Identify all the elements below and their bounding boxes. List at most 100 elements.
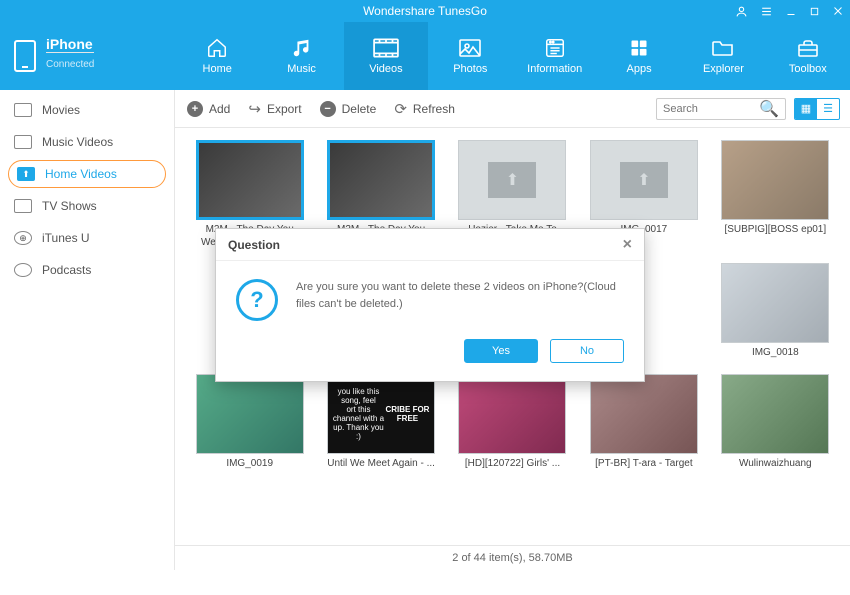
toolbox-icon [794,37,822,59]
video-title: [SUBPIG][BOSS ep01] [720,224,830,237]
video-thumb[interactable] [590,374,698,454]
delete-button[interactable]: −Delete [320,101,377,117]
video-thumb[interactable] [721,374,829,454]
apps-icon [625,37,653,59]
dialog-titlebar: Question × [216,229,644,261]
tab-music[interactable]: Music [259,22,343,90]
itunes-u-icon: ⊕ [14,231,32,245]
sidebar-item-home-videos[interactable]: ⬆ Home Videos [8,160,166,188]
export-button[interactable]: ↪Export [248,100,301,118]
sidebar-label: iTunes U [42,231,90,245]
tab-photos[interactable]: Photos [428,22,512,90]
sidebar-label: Movies [42,103,80,117]
video-thumb[interactable]: you like this song, feelort this channel… [327,374,435,454]
device-status: Connected [46,52,94,77]
tab-label: Home [203,63,232,75]
tab-label: Videos [369,63,402,75]
tab-apps[interactable]: Apps [597,22,681,90]
tab-information[interactable]: Information [513,22,597,90]
placeholder-icon [488,162,536,198]
device-name: iPhone [46,36,94,52]
tab-label: Information [527,63,582,75]
close-icon[interactable] [832,5,844,17]
music-icon [288,37,316,59]
tab-videos[interactable]: Videos [344,22,428,90]
sidebar-label: Music Videos [42,135,113,149]
sidebar-label: Podcasts [42,263,91,277]
yes-button[interactable]: Yes [464,339,538,363]
video-card[interactable]: [SUBPIG][BOSS ep01] [719,140,832,249]
placeholder-icon [620,162,668,198]
sidebar-item-tv-shows[interactable]: TV Shows [0,190,174,222]
sidebar-item-itunes-u[interactable]: ⊕ iTunes U [0,222,174,254]
home-icon [203,37,231,59]
search-input[interactable] [663,103,759,115]
video-thumb[interactable] [196,140,304,220]
question-icon: ? [236,279,278,321]
video-thumb[interactable] [458,374,566,454]
status-bar: 2 of 44 item(s), 58.70MB [175,545,850,570]
photos-icon [456,37,484,59]
video-thumb[interactable] [590,140,698,220]
dialog-close-icon[interactable]: × [623,236,632,254]
video-card[interactable]: [HD][120722] Girls' ... [456,374,569,471]
tab-label: Photos [453,63,487,75]
sidebar-label: TV Shows [42,199,97,213]
video-title: Until We Meet Again - ... [326,458,436,471]
video-card[interactable]: Wulinwaizhuang [719,374,832,471]
tab-toolbox[interactable]: Toolbox [766,22,850,90]
minimize-icon[interactable] [785,5,797,17]
video-title: IMG_0018 [720,347,830,360]
minus-icon: − [320,101,336,117]
titlebar: Wondershare TunesGo [0,0,850,22]
search-icon[interactable]: 🔍 [759,99,779,119]
information-icon [541,37,569,59]
list-view-button[interactable]: ☰ [817,99,839,119]
home-videos-icon: ⬆ [17,167,35,181]
export-icon: ↪ [248,100,261,118]
explorer-icon [709,37,737,59]
music-videos-icon [14,135,32,149]
tv-shows-icon [14,199,32,213]
video-card[interactable]: you like this song, feelort this channel… [324,374,437,471]
tab-home[interactable]: Home [175,22,259,90]
add-button[interactable]: +Add [187,101,230,117]
menu-icon[interactable] [760,5,773,18]
user-icon[interactable] [735,5,748,18]
sidebar-item-podcasts[interactable]: Podcasts [0,254,174,286]
plus-icon: + [187,101,203,117]
app-title: Wondershare TunesGo [363,4,487,18]
video-title: IMG_0019 [195,458,305,471]
no-button[interactable]: No [550,339,624,363]
search-box[interactable]: 🔍 [656,98,786,120]
phone-icon [14,40,36,72]
video-thumb[interactable] [458,140,566,220]
refresh-button[interactable]: ⟳Refresh [394,100,455,118]
videos-icon [372,37,400,59]
video-thumb[interactable] [721,140,829,220]
video-title: [HD][120722] Girls' ... [457,458,567,471]
sidebar-item-movies[interactable]: Movies [0,94,174,126]
tab-label: Apps [627,63,652,75]
grid-view-button[interactable]: ▦ [795,99,817,119]
video-title: Wulinwaizhuang [720,458,830,471]
tab-label: Music [287,63,316,75]
view-toggle: ▦ ☰ [794,98,840,120]
video-card[interactable]: IMG_0018 [719,263,832,360]
refresh-icon: ⟳ [394,100,407,118]
maximize-icon[interactable] [809,6,820,17]
video-thumb[interactable] [327,140,435,220]
video-card[interactable]: [PT-BR] T-ara - Target [587,374,700,471]
tab-explorer[interactable]: Explorer [681,22,765,90]
device-panel[interactable]: iPhone Connected [0,22,175,90]
movies-icon [14,103,32,117]
podcasts-icon [14,263,32,277]
video-thumb[interactable] [196,374,304,454]
video-card[interactable]: IMG_0019 [193,374,306,471]
nav-tabs: Home Music Videos Photos Information App… [175,22,850,90]
video-thumb[interactable] [721,263,829,343]
sidebar-label: Home Videos [45,167,117,181]
confirm-dialog: Question × ? Are you sure you want to de… [215,228,645,382]
sidebar: Movies Music Videos ⬆ Home Videos TV Show… [0,90,175,570]
sidebar-item-music-videos[interactable]: Music Videos [0,126,174,158]
